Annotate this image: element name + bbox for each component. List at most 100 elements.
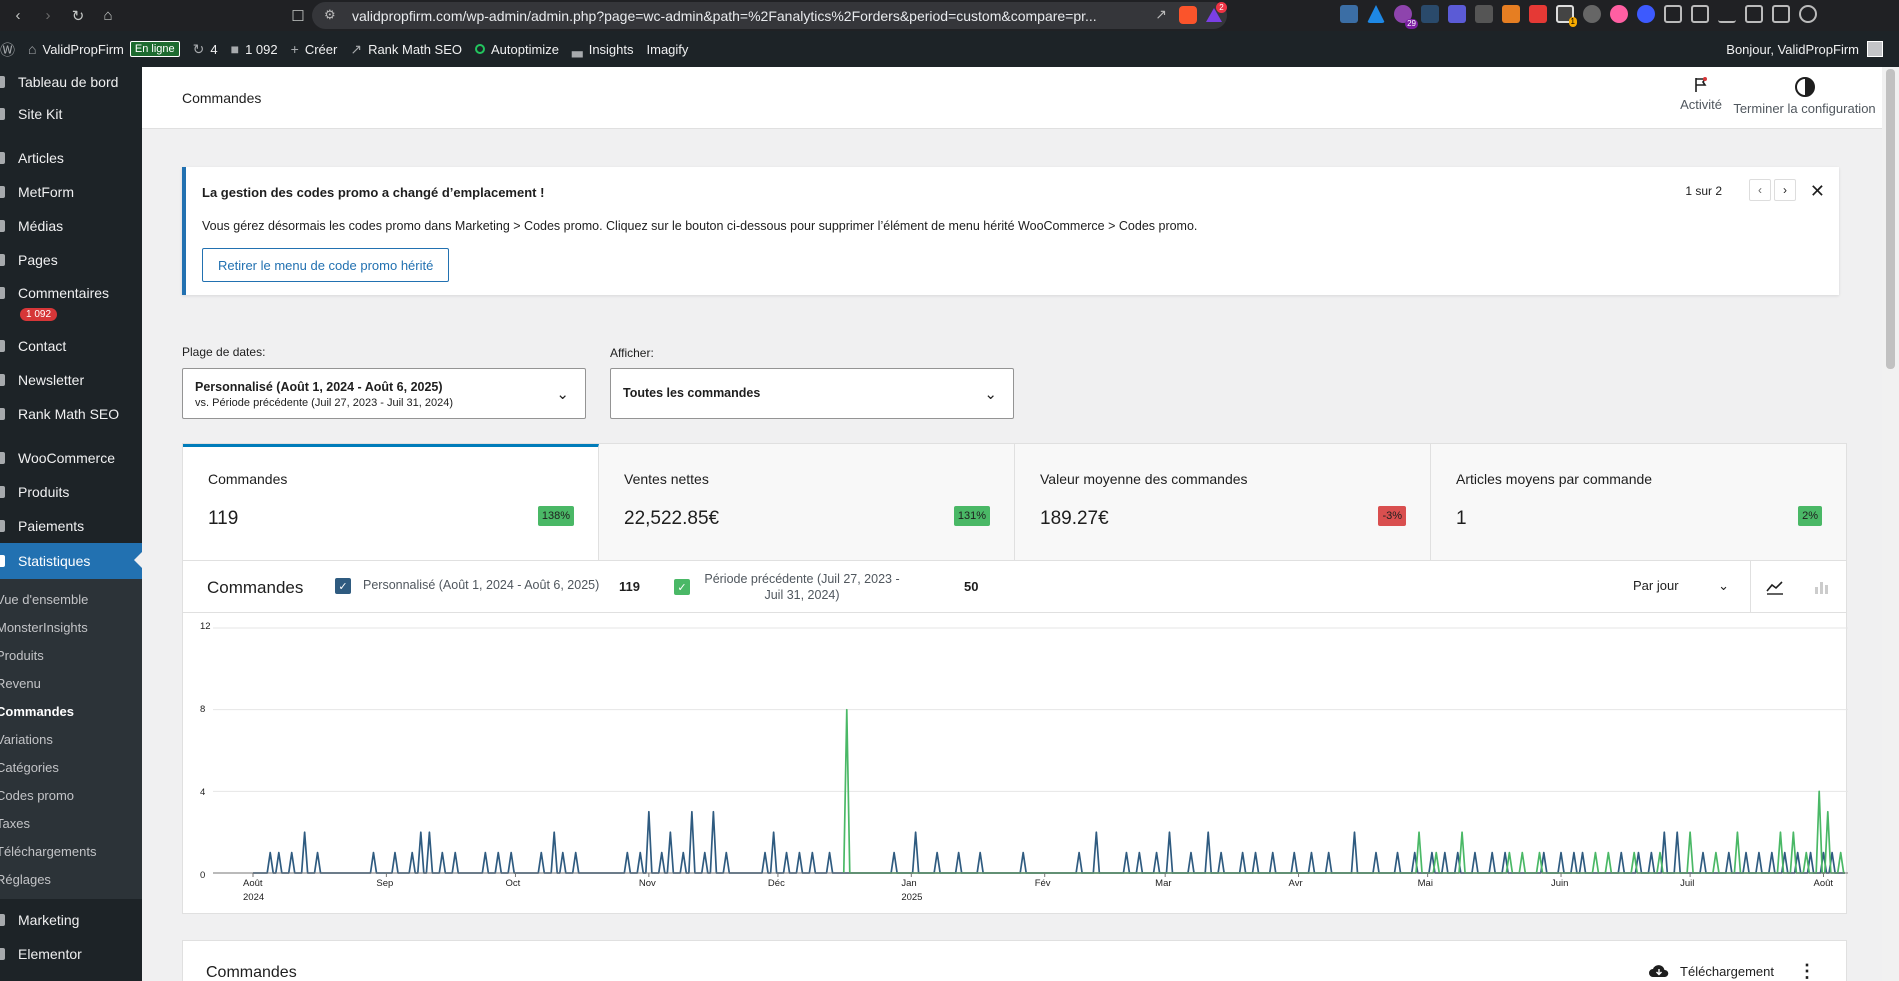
- plus-icon: +: [290, 41, 299, 57]
- submenu-item-coupons[interactable]: Codes promo: [0, 781, 142, 809]
- share-icon[interactable]: ↗: [1155, 6, 1167, 23]
- elementor-icon: [0, 948, 5, 960]
- sidebar-item-site-kit[interactable]: Site Kit: [0, 97, 142, 131]
- wallet-icon[interactable]: [1772, 5, 1790, 23]
- extension-download-icon[interactable]: [1529, 5, 1547, 23]
- submenu-item-taxes[interactable]: Taxes: [0, 809, 142, 837]
- create-link[interactable]: + Créer: [291, 41, 338, 57]
- newsletter-icon: [0, 374, 5, 386]
- rankmath-label: Rank Math SEO: [368, 41, 462, 57]
- extension-pink-icon[interactable]: [1610, 5, 1628, 23]
- sidebar-item-pages[interactable]: Pages: [0, 243, 142, 277]
- sidebar-item-products[interactable]: Produits: [0, 475, 142, 509]
- submenu-item-revenue[interactable]: Revenu: [0, 669, 142, 697]
- reload-icon[interactable]: ↻: [66, 4, 90, 28]
- forward-icon[interactable]: ›: [36, 4, 60, 28]
- my-account-link[interactable]: Bonjour, ValidPropFirm: [1726, 41, 1883, 57]
- sidebar-item-payments[interactable]: Paiements: [0, 509, 142, 543]
- wc-header: Commandes Activité Terminer la configura…: [142, 67, 1882, 129]
- imagify-link[interactable]: Imagify: [647, 42, 689, 57]
- screenshot-icon[interactable]: [1691, 5, 1709, 23]
- date-range-picker[interactable]: Personnalisé (Août 1, 2024 - Août 6, 202…: [182, 368, 586, 419]
- pin-icon: [0, 152, 5, 164]
- cloud-download-icon: [1649, 965, 1669, 977]
- extension-sw-icon[interactable]: [1421, 5, 1439, 23]
- sidebar-item-marketing[interactable]: Marketing: [0, 903, 142, 937]
- downloads-icon[interactable]: [1718, 5, 1736, 23]
- sidebar-toggle-icon[interactable]: [1745, 5, 1763, 23]
- site-info-icon[interactable]: ⚙: [324, 7, 336, 23]
- kpi-net-sales[interactable]: Ventes nettes 22,522.85€ 131%: [599, 444, 1015, 560]
- insights-link[interactable]: ▃ Insights: [572, 41, 634, 58]
- extension-blue-icon[interactable]: [1637, 5, 1655, 23]
- wordpress-logo-icon[interactable]: Ⓦ: [0, 39, 15, 60]
- submenu-item-products[interactable]: Produits: [0, 641, 142, 669]
- sidebar-item-analytics[interactable]: Statistiques: [0, 543, 142, 579]
- submenu-item-settings[interactable]: Réglages: [0, 865, 142, 893]
- more-options-icon[interactable]: ⋮: [1798, 961, 1816, 981]
- sidebar-item-metform[interactable]: MetForm: [0, 175, 142, 209]
- activity-button[interactable]: Activité: [1680, 77, 1722, 112]
- submenu-item-variations[interactable]: Variations: [0, 725, 142, 753]
- bookmark-icon[interactable]: ☐: [286, 4, 310, 28]
- submenu-item-monsterinsights[interactable]: MonsterInsights: [0, 613, 142, 641]
- extension-hat-icon[interactable]: 29: [1394, 5, 1418, 29]
- rankmath-link[interactable]: ↗ Rank Math SEO: [350, 41, 462, 58]
- leo-ai-icon[interactable]: [1799, 5, 1817, 23]
- extension-shield-icon[interactable]: 1: [1556, 5, 1577, 27]
- site-name-link[interactable]: ⌂ ValidPropFirm En ligne: [28, 41, 180, 57]
- extension-fox-icon[interactable]: [1502, 5, 1520, 23]
- submenu-item-downloads[interactable]: Téléchargements: [0, 837, 142, 865]
- x-tick-label: Juil: [1680, 877, 1694, 891]
- rankmath-icon: ↗: [350, 40, 363, 57]
- remove-legacy-coupon-menu-button[interactable]: Retirer le menu de code promo hérité: [202, 248, 450, 282]
- orders-line-chart[interactable]: [183, 561, 1848, 914]
- finish-setup-button[interactable]: Terminer la configuration: [1727, 77, 1882, 116]
- comment-icon: ■: [230, 41, 240, 57]
- extension-code-icon[interactable]: [1340, 5, 1358, 23]
- sidebar-item-contact[interactable]: Contact: [0, 329, 142, 363]
- sidebar-item-elementor[interactable]: Elementor: [0, 937, 142, 971]
- download-button[interactable]: Téléchargement: [1648, 963, 1774, 979]
- back-icon[interactable]: ‹: [6, 4, 30, 28]
- sidebar-item-media[interactable]: Médias: [0, 209, 142, 243]
- x-tick-month: Nov: [638, 878, 656, 889]
- notice-prev-button[interactable]: ‹: [1749, 179, 1771, 201]
- sidebar-item-newsletter[interactable]: Newsletter: [0, 363, 142, 397]
- brave-shields-icon[interactable]: [1179, 6, 1197, 24]
- notice-body: Vous gérez désormais les codes promo dan…: [202, 219, 1198, 233]
- autoptimize-link[interactable]: Autoptimize: [475, 42, 559, 57]
- extension-g-icon[interactable]: [1583, 5, 1601, 23]
- extension-a-icon[interactable]: [1367, 5, 1385, 23]
- brave-rewards-icon[interactable]: 2: [1205, 2, 1227, 24]
- kpi-orders[interactable]: Commandes 119 138%: [183, 444, 599, 560]
- sidebar-item-label: Marketing: [18, 912, 80, 928]
- home-icon[interactable]: ⌂: [96, 4, 120, 28]
- download-label: Téléchargement: [1680, 963, 1774, 979]
- extension-b-icon[interactable]: [1448, 5, 1466, 23]
- submenu-item-orders[interactable]: Commandes: [0, 697, 142, 725]
- sidebar-item-comments[interactable]: Commentaires 1 092: [0, 277, 142, 329]
- sidebar-item-woocommerce[interactable]: WooCommerce: [0, 441, 142, 475]
- kpi-average-items-per-order[interactable]: Articles moyens par commande 1 2%: [1431, 444, 1846, 560]
- sidebar-item-rankmath[interactable]: Rank Math SEO: [0, 397, 142, 431]
- show-filter-select[interactable]: Toutes les commandes ⌄: [610, 368, 1014, 419]
- analytics-submenu: Vue d'ensemble MonsterInsights Produits …: [0, 579, 142, 899]
- kpi-delta-badge: -3%: [1378, 506, 1406, 526]
- sidebar-item-label: Elementor: [18, 946, 82, 962]
- notice-next-button[interactable]: ›: [1774, 179, 1796, 201]
- address-bar[interactable]: ⚙ validpropfirm.com/wp-admin/admin.php?p…: [312, 2, 1227, 29]
- sidebar-item-dashboard[interactable]: Tableau de bord: [0, 67, 142, 97]
- submenu-item-categories[interactable]: Catégories: [0, 753, 142, 781]
- updates-link[interactable]: ↻ 4: [193, 41, 218, 58]
- page-scrollbar[interactable]: [1882, 67, 1899, 981]
- kpi-average-order-value[interactable]: Valeur moyenne des commandes 189.27€ -3%: [1015, 444, 1431, 560]
- sidebar-item-articles[interactable]: Articles: [0, 141, 142, 175]
- comments-link[interactable]: ■ 1 092: [231, 41, 278, 57]
- close-icon[interactable]: ✕: [1810, 181, 1825, 202]
- site-kit-icon: [0, 108, 5, 120]
- extensions-puzzle-icon[interactable]: [1664, 5, 1682, 23]
- extension-f-icon[interactable]: [1475, 5, 1493, 23]
- scrollbar-thumb[interactable]: [1886, 69, 1895, 369]
- submenu-item-overview[interactable]: Vue d'ensemble: [0, 585, 142, 613]
